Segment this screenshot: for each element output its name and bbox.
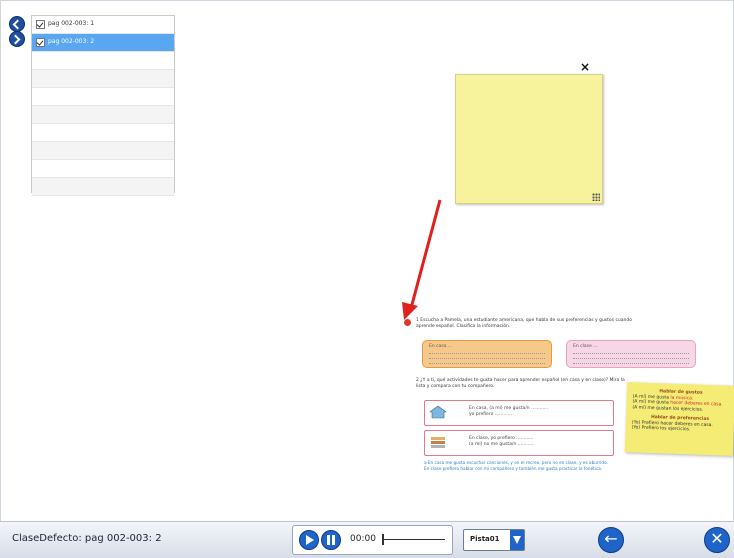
resize-handle-icon[interactable]: [592, 193, 600, 201]
phrase-box-casa: En casa, (a mí) me gusta/n ............ …: [424, 400, 614, 426]
empty-list-row: [32, 52, 174, 70]
empty-list-row: [32, 178, 174, 196]
back-arrow-icon[interactable]: ←: [598, 527, 624, 553]
empty-list-row: [32, 70, 174, 88]
exercise-1-text: 1 Escucha a Pamela, una estudiante ameri…: [416, 318, 632, 329]
next-page-icon[interactable]: [9, 31, 25, 47]
previous-page-icon[interactable]: [9, 16, 25, 32]
box-line: yo prefiero ............: [469, 412, 512, 417]
empty-list-row: [32, 142, 174, 160]
pill-heading: En casa ...: [429, 344, 453, 349]
bottom-toolbar: ClaseDefecto: pag 002-003: 2 00:00 Pista…: [0, 521, 734, 558]
page-list[interactable]: pag 002-003: 1 pag 002-003: 2: [31, 15, 175, 196]
play-icon[interactable]: [299, 530, 319, 550]
page-list-item-label: pag 002-003: 1: [48, 20, 95, 27]
time-display: 00:00: [350, 534, 376, 544]
audio-marker-icon[interactable]: [404, 319, 411, 326]
audio-player: 00:00: [292, 525, 453, 555]
track-select[interactable]: Pista01: [463, 529, 525, 551]
pill-heading: En clase ...: [573, 344, 598, 349]
pause-icon[interactable]: [321, 530, 341, 550]
phrase-box-clase: En clase, yo prefiero ............ (a mí…: [424, 430, 614, 456]
grammar-note-card: Hablar de gustos (A mí) me gusta la músi…: [624, 382, 734, 456]
close-icon[interactable]: ✕: [704, 527, 730, 553]
close-note-icon[interactable]: ×: [580, 60, 590, 74]
progress-knob[interactable]: [382, 534, 384, 545]
pill-en-clase: En clase ...: [566, 340, 696, 368]
track-select-value: Pista01: [470, 535, 500, 543]
chevron-down-icon[interactable]: [510, 530, 524, 550]
checkbox[interactable]: [36, 38, 45, 47]
empty-list-row: [32, 160, 174, 178]
progress-track[interactable]: [383, 539, 445, 540]
house-icon: [429, 405, 447, 419]
page-list-item-label: pag 002-003: 2: [48, 38, 95, 45]
example-footnote: a En casa me gusta escuchar canciones, y…: [424, 460, 608, 471]
empty-list-row: [32, 88, 174, 106]
pill-en-casa: En casa ...: [422, 340, 552, 368]
box-line: (a mí) no me gusta/n ............: [469, 442, 535, 447]
exercise-2-text: 2 ¿Y a ti, qué actividades te gusta hace…: [416, 378, 625, 389]
books-icon: [431, 437, 445, 448]
page-list-item[interactable]: pag 002-003: 1: [32, 16, 174, 34]
status-text: ClaseDefecto: pag 002-003: 2: [12, 533, 162, 544]
checkbox[interactable]: [36, 20, 45, 29]
page-list-item-selected[interactable]: pag 002-003: 2: [32, 34, 174, 52]
sticky-note[interactable]: [455, 74, 603, 204]
empty-list-row: [32, 106, 174, 124]
empty-list-row: [32, 124, 174, 142]
